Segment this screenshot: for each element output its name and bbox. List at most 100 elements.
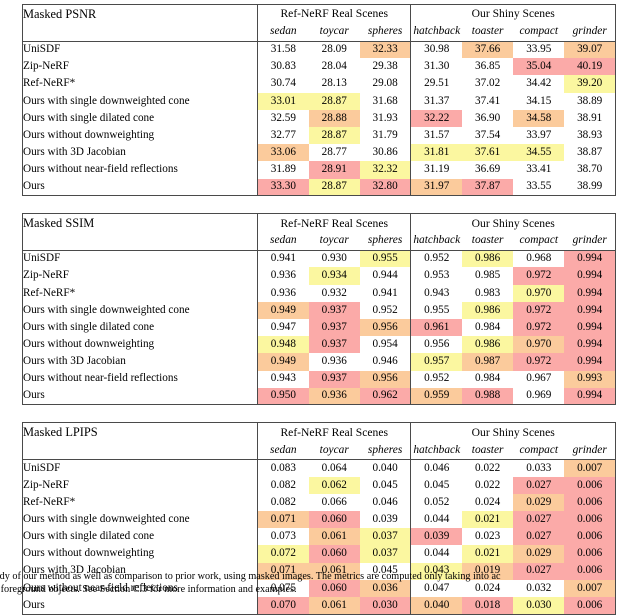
metric-cell: 0.986 (462, 336, 514, 354)
metric-cell: 37.54 (475, 128, 501, 141)
row-label: Ref-NeRF* (22, 75, 258, 93)
metric-cell: 36.85 (475, 60, 501, 73)
header-spacer (22, 232, 258, 251)
table-row: Ours 0.070 0.061 0.030 0.040 0.018 0.030 0.006 (22, 596, 616, 615)
metric-table: Masked PSNR Ref-NeRF Real Scenes Our Shiny… (22, 4, 616, 197)
scene-header-toycar: toycar (308, 232, 360, 251)
group-header-our-shiny-scenes: Our Shiny Scenes (410, 422, 616, 442)
metric-cell: 0.984 (475, 320, 501, 333)
metric-cell: 0.046 (410, 459, 463, 477)
metric-cell: 0.983 (475, 286, 501, 299)
metric-cell: 0.027 (513, 528, 565, 546)
metric-cell: 28.04 (321, 60, 347, 73)
metric-title: Masked PSNR (22, 4, 258, 24)
metric-cell: 28.13 (321, 77, 347, 90)
metric-cell: 31.30 (410, 58, 463, 76)
caption-line-2: o the foreground objects. See Section C.… (0, 583, 297, 595)
metric-cell: 37.66 (462, 41, 514, 59)
metric-cell: 0.953 (410, 267, 463, 285)
metric-cell: 0.937 (308, 318, 360, 337)
scene-header-toaster: toaster (462, 441, 514, 460)
metric-cell: 0.045 (410, 476, 463, 494)
table-row: Ours without near-field reflections 31.89… (22, 161, 616, 179)
metric-cell: 31.68 (372, 94, 398, 107)
metric-cell: 0.949 (256, 301, 309, 319)
metric-cell: 0.948 (256, 336, 309, 354)
metric-cell: 37.41 (475, 94, 501, 107)
metric-cell: 38.89 (577, 94, 603, 107)
metric-cell: 0.972 (513, 318, 565, 337)
metric-cell: 0.932 (321, 286, 347, 299)
metric-cell: 31.57 (410, 126, 463, 145)
table-row: Ref-NeRF* 30.74 28.13 29.08 29.51 37.02 34.42 3… (22, 75, 616, 93)
metric-cell: 0.930 (321, 252, 347, 265)
table-row: Ref-NeRF* 0.936 0.932 0.941 0.943 0.983 0.970 0… (22, 284, 616, 302)
group-header-ref-nerf-real-scenes: Ref-NeRF Real Scenes (256, 213, 411, 233)
metric-cell: 0.994 (564, 284, 616, 302)
row-label: Zip-NeRF (22, 476, 258, 494)
scene-header-spheres: spheres (359, 232, 411, 251)
scene-header-hatchback: hatchback (410, 23, 463, 42)
metric-cell: 0.006 (564, 528, 616, 546)
metric-cell: 39.20 (564, 75, 616, 93)
metric-cell: 0.947 (256, 318, 309, 337)
table-row: Ours with single downweighted cone 33.01 2… (22, 92, 616, 110)
metric-cell: 28.77 (321, 146, 347, 159)
metric-tables-container: Masked PSNR Ref-NeRF Real Scenes Our Shiny… (0, 4, 640, 615)
metric-cell: 0.044 (410, 510, 463, 529)
scene-header-spheres: spheres (359, 23, 411, 42)
metric-cell: 0.023 (475, 530, 501, 543)
metric-cell: 0.967 (526, 372, 552, 385)
metric-cell: 0.006 (564, 510, 616, 529)
scene-header-spheres: spheres (359, 441, 411, 460)
metric-cell: 0.943 (410, 284, 463, 302)
scene-header-hatchback: hatchback (410, 232, 463, 251)
table-row: Zip-NeRF 0.936 0.934 0.944 0.953 0.985 0.972 0.… (22, 267, 616, 285)
row-label: Ours (22, 387, 258, 405)
header-spacer (22, 23, 258, 42)
scene-header-toycar: toycar (308, 441, 360, 460)
figure-caption: lation study of our method as well as co… (0, 571, 640, 596)
metric-cell: 0.970 (513, 284, 565, 302)
metric-cell: 32.77 (256, 126, 309, 145)
metric-cell: 0.950 (256, 387, 309, 405)
metric-cell: 30.74 (256, 75, 309, 93)
scene-header-sedan: sedan (256, 232, 309, 251)
metric-cell: 0.046 (372, 495, 398, 508)
row-label: Ours without downweighting (22, 545, 258, 563)
table-row: UniSDF 0.083 0.064 0.040 0.046 0.022 0.033 0.00… (22, 459, 616, 477)
metric-cell: 0.936 (308, 387, 360, 405)
metric-cell: 33.41 (526, 163, 552, 176)
metric-cell: 31.97 (410, 178, 463, 196)
metric-cell: 31.89 (256, 161, 309, 179)
metric-cell: 0.033 (526, 461, 552, 474)
row-label: Ours with single dilated cone (22, 109, 258, 127)
header-spacer (22, 441, 258, 460)
metric-cell: 31.37 (410, 92, 463, 110)
metric-cell: 0.994 (564, 250, 616, 268)
metric-table-block: Masked PSNR Ref-NeRF Real Scenes Our Shiny… (22, 4, 616, 197)
table-header-groups: Masked SSIM Ref-NeRF Real Scenes Our Shiny… (22, 213, 616, 233)
metric-cell: 0.040 (372, 461, 398, 474)
table-row: Ours without downweighting 32.77 28.87 31.7… (22, 126, 616, 145)
table-row: Ours with single dilated cone 0.073 0.061 0… (22, 528, 616, 546)
table-row: Zip-NeRF 0.082 0.062 0.045 0.045 0.022 0.027 0.… (22, 476, 616, 494)
metric-cell: 0.994 (564, 301, 616, 319)
metric-cell: 28.87 (308, 126, 360, 145)
metric-cell: 0.952 (372, 303, 398, 316)
metric-cell: 29.38 (372, 60, 398, 73)
scene-header-compact: compact (513, 441, 565, 460)
metric-cell: 0.044 (410, 545, 463, 563)
scene-header-grinder: grinder (564, 23, 616, 42)
metric-table-block: Masked SSIM Ref-NeRF Real Scenes Our Shiny… (22, 213, 616, 406)
metric-cell: 0.952 (410, 370, 463, 388)
metric-cell: 0.994 (564, 353, 616, 371)
metric-title: Masked SSIM (22, 213, 258, 233)
row-label: Ours with single dilated cone (22, 318, 258, 337)
table-header-scenes: sedan toycar spheres hatchback toaster compac… (22, 232, 616, 251)
table-row: Ours 33.30 28.87 32.80 31.97 37.87 33.55 38.99 (22, 178, 616, 196)
metric-cell: 0.040 (410, 596, 463, 615)
metric-cell: 31.81 (410, 144, 463, 162)
metric-cell: 0.987 (462, 353, 514, 371)
metric-cell: 33.06 (256, 144, 309, 162)
